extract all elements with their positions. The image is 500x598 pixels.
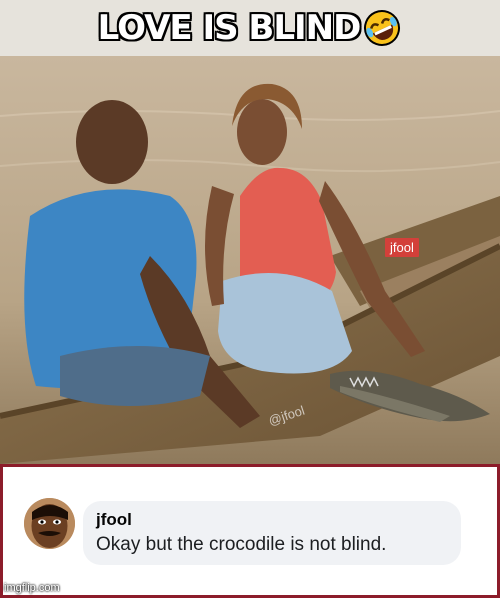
comment-text: Okay but the crocodile is not blind. bbox=[96, 534, 387, 555]
laughing-emoji-icon bbox=[362, 8, 402, 48]
meme-photo: jfool @jfool bbox=[0, 56, 500, 464]
photo-watermark-badge: jfool bbox=[385, 238, 419, 257]
commenter-avatar[interactable] bbox=[24, 498, 75, 549]
comment-author[interactable]: jfool bbox=[96, 510, 132, 530]
photo-illustration bbox=[0, 56, 500, 464]
comment-bubble: jfool Okay but the crocodile is not blin… bbox=[83, 501, 461, 565]
meme-caption: LOVE IS BLIND bbox=[97, 8, 362, 48]
comment-panel: jfool Okay but the crocodile is not blin… bbox=[0, 464, 500, 598]
meme-caption-band: LOVE IS BLIND bbox=[0, 0, 500, 56]
site-watermark: imgflip.com bbox=[4, 582, 60, 594]
